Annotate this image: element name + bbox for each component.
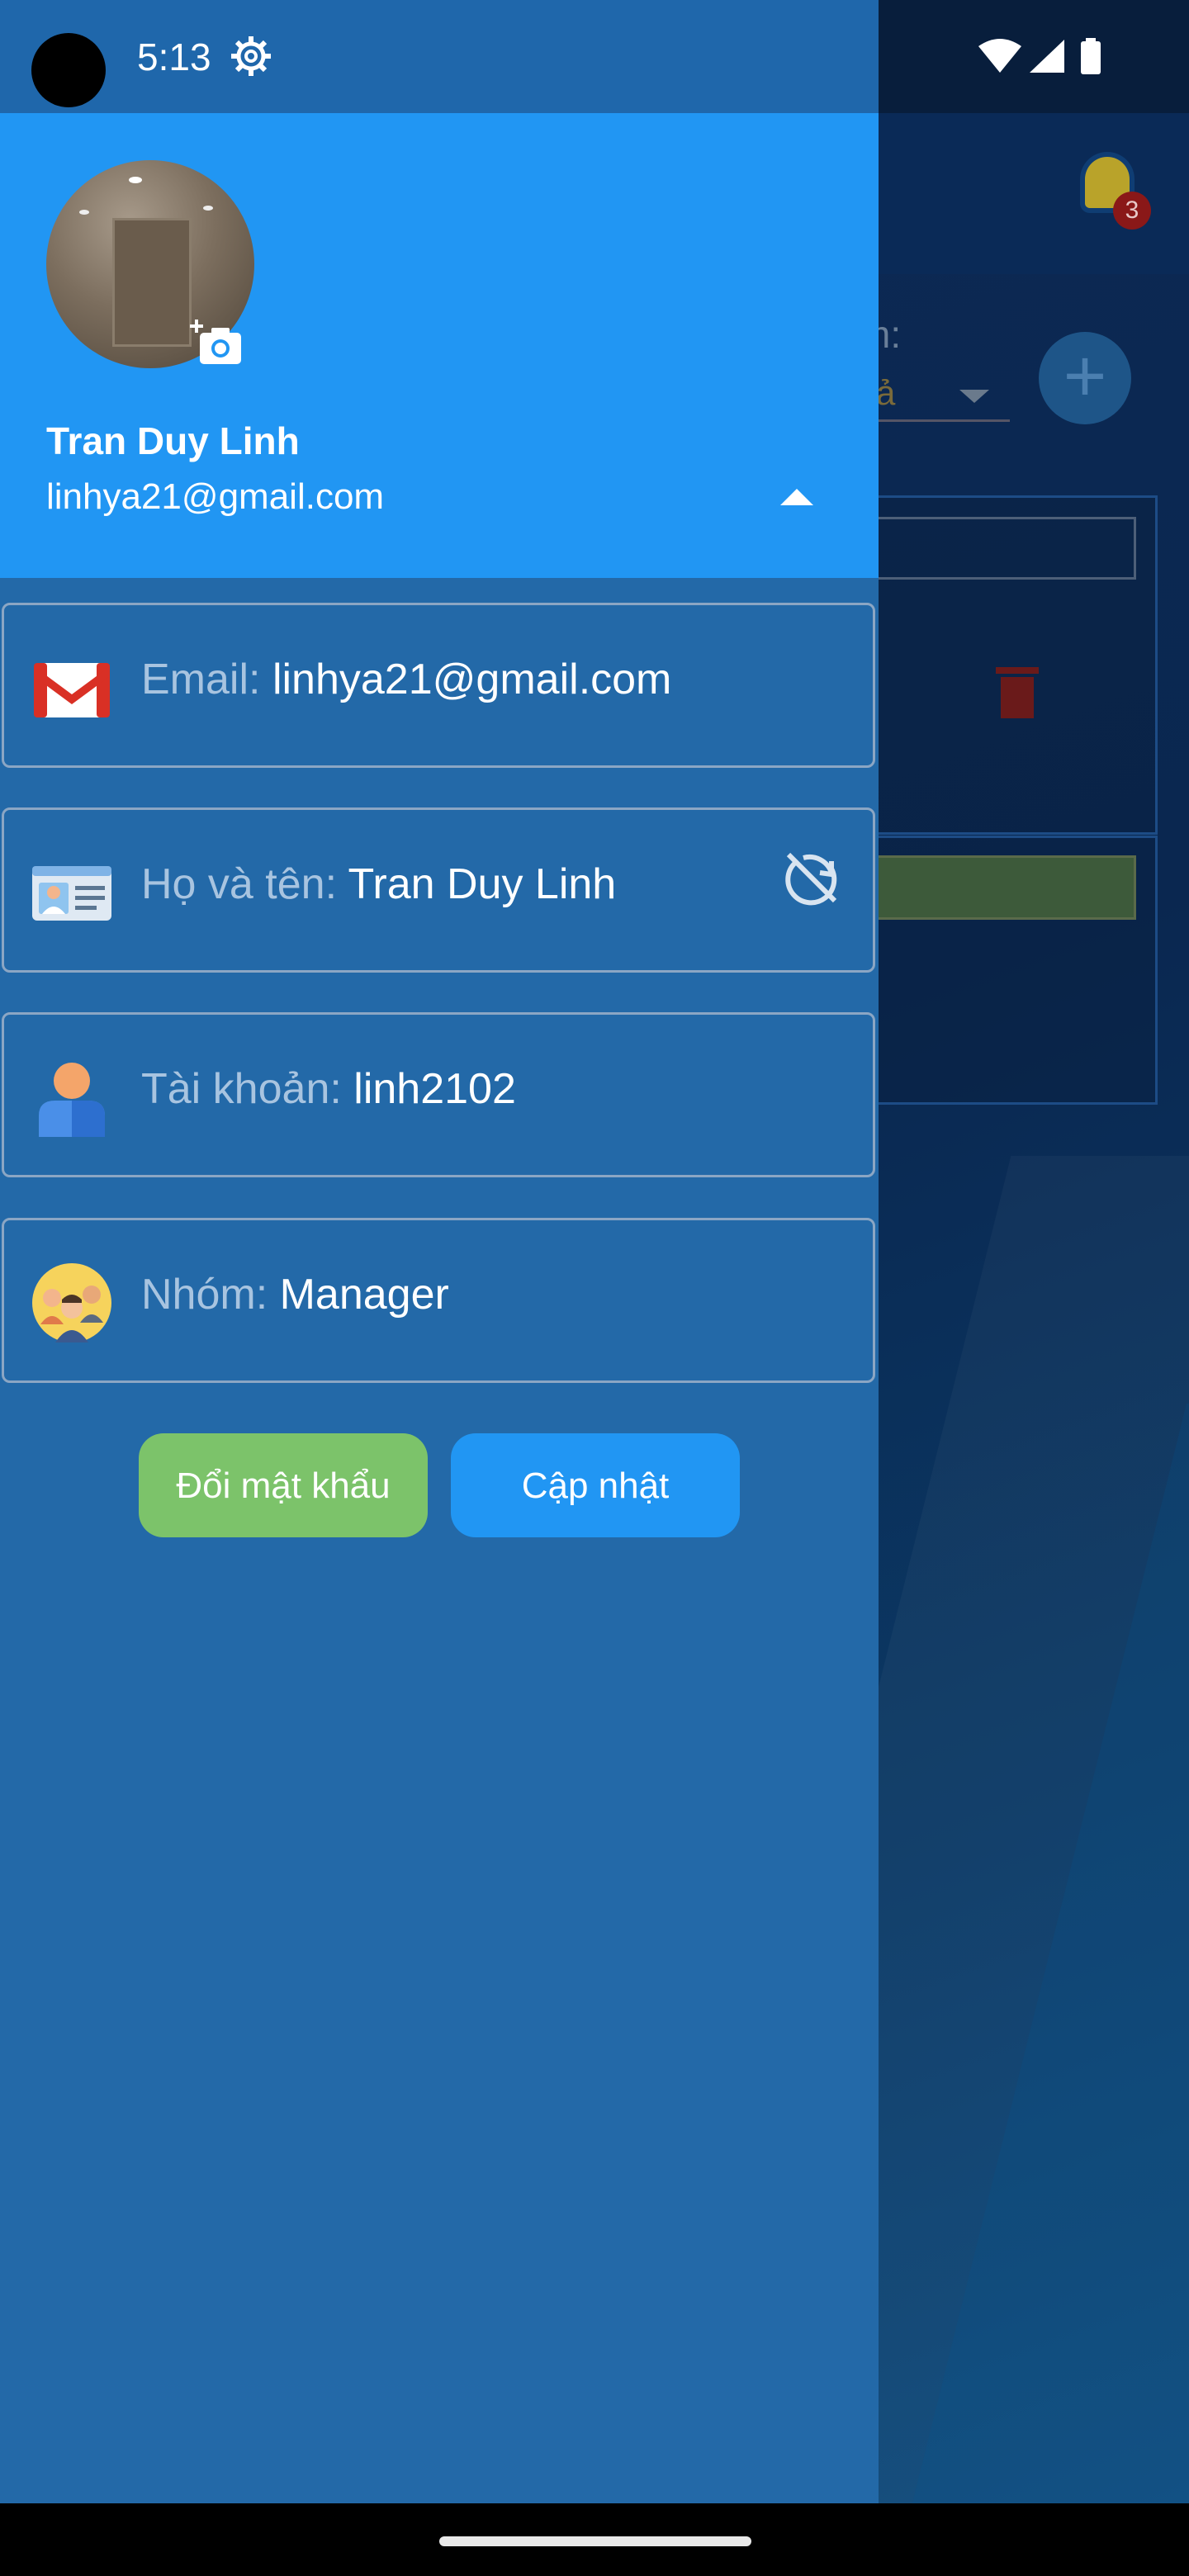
delete-icon [996, 667, 1039, 718]
group-icon [32, 1263, 111, 1342]
status-icons [978, 38, 1101, 74]
full-name-value: Tran Duy Linh [348, 860, 617, 908]
user-icon [39, 1063, 105, 1137]
notification-badge: 3 [1113, 192, 1151, 230]
group-label: Nhóm: Manager [141, 1271, 449, 1319]
account-value: linh2102 [353, 1065, 516, 1113]
camera-cutout [31, 33, 106, 107]
email-label: Email: linhya21@gmail.com [141, 656, 672, 703]
group-value: Manager [279, 1271, 449, 1319]
background-progress-bar [850, 855, 1136, 920]
background-input [850, 517, 1136, 580]
battery-icon [1081, 41, 1101, 74]
visibility-off-icon[interactable] [779, 845, 845, 911]
add-photo-icon[interactable] [188, 318, 246, 367]
group-field[interactable]: Nhóm: Manager [2, 1218, 875, 1383]
gmail-icon [34, 663, 110, 717]
signal-icon [1030, 40, 1064, 73]
user-email: linhya21@gmail.com [46, 476, 385, 517]
user-name: Tran Duy Linh [46, 419, 300, 462]
full-name-label: Họ và tên: Tran Duy Linh [141, 860, 617, 908]
dropdown-caret-icon [959, 390, 989, 403]
profile-drawer: 5:13 Tran Duy Linh linhya21@gmail.com Em… [0, 0, 879, 2503]
clock: 5:13 [137, 36, 211, 78]
email-value: linhya21@gmail.com [272, 656, 672, 703]
id-card-icon [32, 866, 111, 921]
notification-bell-icon: 3 [1070, 150, 1153, 233]
add-icon: + [1039, 332, 1131, 424]
drawer-header: Tran Duy Linh linhya21@gmail.com [0, 113, 879, 578]
wifi-icon [978, 39, 1021, 73]
status-bar: 5:13 [0, 0, 879, 113]
update-button[interactable]: Cập nhật [451, 1433, 740, 1537]
settings-icon [231, 36, 271, 76]
collapse-arrow-icon[interactable] [780, 489, 813, 505]
change-password-button[interactable]: Đổi mật khẩu [139, 1433, 428, 1537]
background-filter-underline [859, 419, 1010, 422]
account-label: Tài khoản: linh2102 [141, 1065, 516, 1113]
account-field[interactable]: Tài khoản: linh2102 [2, 1012, 875, 1177]
email-field[interactable]: Email: linhya21@gmail.com [2, 603, 875, 768]
home-indicator[interactable] [439, 2536, 751, 2546]
full-name-field[interactable]: Họ và tên: Tran Duy Linh [2, 807, 875, 973]
